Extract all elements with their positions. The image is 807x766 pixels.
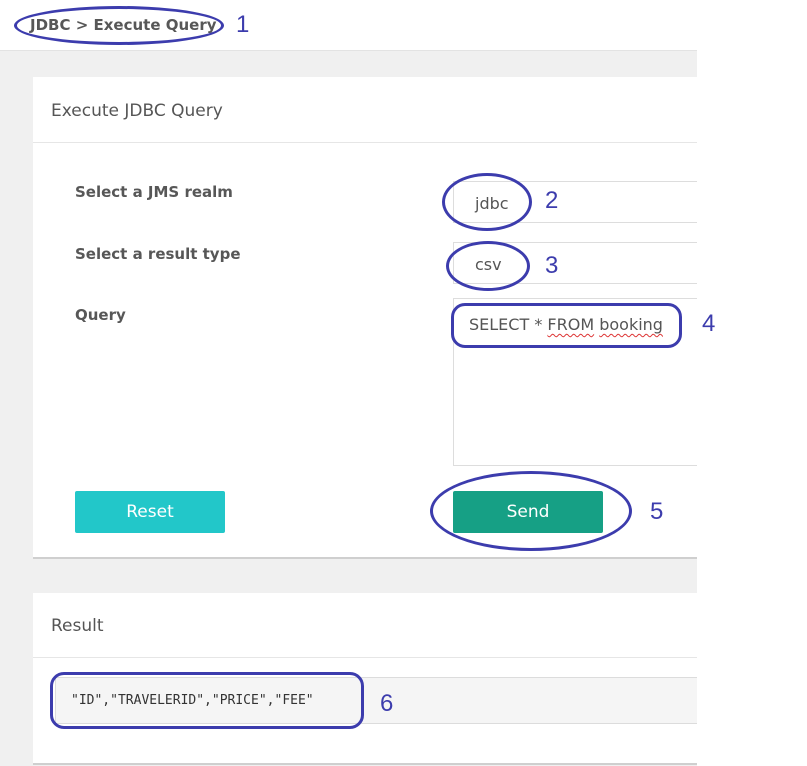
realm-value: jdbc: [475, 194, 509, 213]
realm-select[interactable]: jdbc: [453, 181, 697, 223]
annotation-number-3: 3: [545, 252, 559, 279]
panel-title: Execute JDBC Query: [51, 101, 223, 121]
annotation-number-6: 6: [380, 690, 394, 717]
top-bar: JDBC > Execute Query: [0, 0, 697, 51]
breadcrumb[interactable]: JDBC > Execute Query: [30, 16, 217, 34]
result-type-select[interactable]: csv: [453, 242, 697, 284]
result-type-value: csv: [475, 255, 502, 274]
panel-title: Result: [51, 616, 104, 636]
query-textarea[interactable]: SELECT * FROM booking: [453, 298, 697, 466]
annotation-number-4: 4: [702, 310, 716, 337]
execute-query-panel: Execute JDBC Query Select a JMS realm jd…: [33, 77, 697, 557]
panel-header: Result: [33, 593, 697, 658]
annotation-number-5: 5: [650, 498, 664, 525]
annotation-number-1: 1: [236, 11, 250, 38]
result-panel: Result "ID","TRAVELERID","PRICE","FEE": [33, 593, 697, 763]
query-label: Query: [75, 306, 126, 324]
reset-button[interactable]: Reset: [75, 491, 225, 533]
panel-header: Execute JDBC Query: [33, 77, 697, 143]
result-type-label: Select a result type: [75, 245, 241, 263]
annotation-number-2: 2: [545, 187, 559, 214]
query-text: SELECT * FROM booking: [469, 315, 663, 334]
send-button[interactable]: Send: [453, 491, 603, 533]
result-output[interactable]: "ID","TRAVELERID","PRICE","FEE": [55, 677, 697, 724]
result-text: "ID","TRAVELERID","PRICE","FEE": [71, 693, 314, 708]
realm-label: Select a JMS realm: [75, 183, 233, 201]
app-area: JDBC > Execute Query Execute JDBC Query …: [0, 0, 697, 766]
